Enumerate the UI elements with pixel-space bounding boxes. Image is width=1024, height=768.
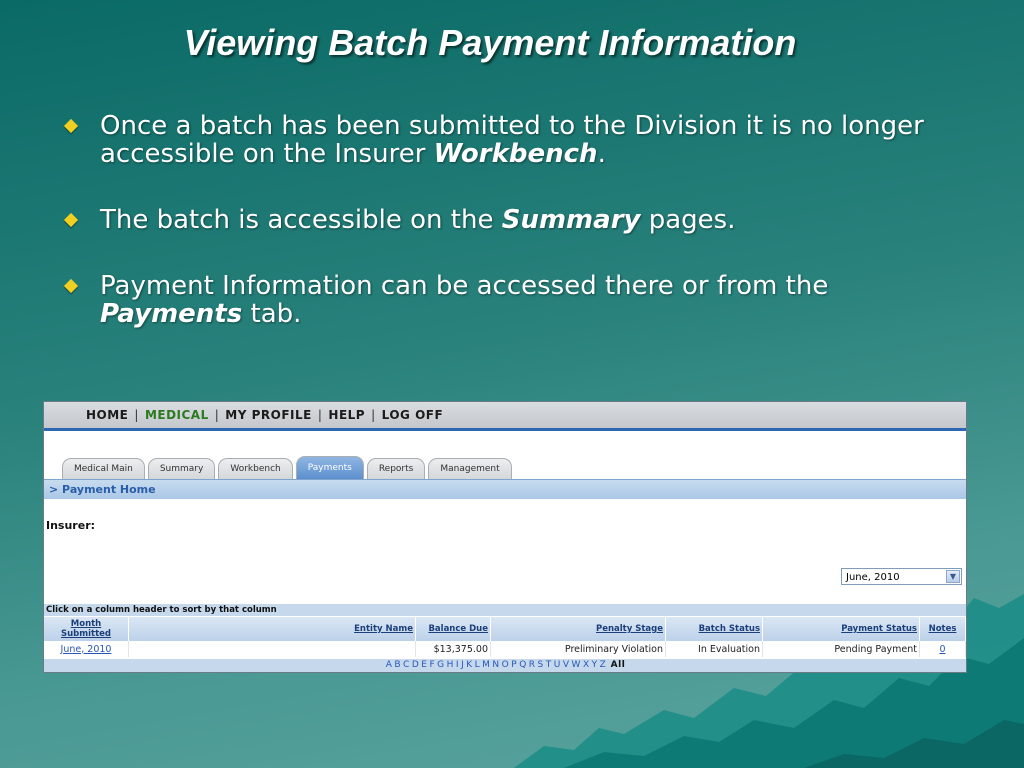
diamond-bullet-icon [63, 212, 79, 228]
alpha-filter-letter[interactable]: I [456, 660, 459, 670]
slide-title: Viewing Batch Payment Information [183, 22, 797, 63]
alpha-filter-letter[interactable]: P [511, 660, 517, 670]
cell-entity-name [128, 641, 416, 657]
alpha-filter-letter[interactable]: N [492, 660, 499, 670]
alpha-filter-letter[interactable]: O [502, 660, 510, 670]
alpha-filter-letter[interactable]: S [538, 660, 544, 670]
alpha-filter-letter[interactable]: V [563, 660, 570, 670]
column-header-entity-name[interactable]: Entity Name [128, 617, 416, 641]
bullet-text: Payment Information can be accessed ther… [100, 271, 829, 301]
header-text: Submitted [60, 629, 111, 639]
column-header-month-submitted[interactable]: Month Submitted [44, 617, 129, 641]
payments-table: Month Submitted Entity Name Balance Due P… [44, 617, 966, 657]
alpha-filter-letter[interactable]: T [546, 660, 552, 670]
alpha-filter-letter[interactable]: E [421, 660, 427, 670]
diamond-bullet-icon [63, 278, 79, 294]
sort-hint: Click on a column header to sort by that… [44, 604, 966, 616]
cell-penalty-stage: Preliminary Violation [490, 641, 666, 657]
nav-my-profile[interactable]: MY PROFILE [225, 408, 312, 422]
cell-month-submitted: June, 2010 [44, 641, 129, 657]
top-navigation: HOME | MEDICAL | MY PROFILE | HELP | LOG… [44, 402, 966, 431]
cell-batch-status: In Evaluation [665, 641, 763, 657]
nav-separator: | [371, 408, 376, 422]
nav-separator: | [134, 408, 139, 422]
breadcrumb: > Payment Home [44, 479, 966, 499]
app-screenshot: HOME | MEDICAL | MY PROFILE | HELP | LOG… [43, 401, 967, 673]
alpha-filter-letter[interactable]: C [403, 660, 410, 670]
cell-balance-due: $13,375.00 [415, 641, 491, 657]
cell-notes: 0 [919, 641, 966, 657]
table-row: June, 2010 $13,375.00 Preliminary Violat… [44, 641, 966, 657]
header-text: Month [70, 619, 102, 629]
alpha-filter-letter[interactable]: K [466, 660, 472, 670]
bullet-text: pages. [640, 205, 736, 235]
column-header-penalty-stage[interactable]: Penalty Stage [490, 617, 666, 641]
tab-payments[interactable]: Payments [295, 456, 364, 479]
bullet-text: The batch is accessible on the [100, 205, 502, 235]
month-submitted-link[interactable]: June, 2010 [61, 644, 112, 655]
column-header-balance-due[interactable]: Balance Due [415, 617, 491, 641]
notes-link[interactable]: 0 [939, 644, 945, 655]
alpha-filter-letter[interactable]: F [429, 660, 435, 670]
alpha-filter-letter[interactable]: J [461, 660, 464, 670]
bullet-list: Once a batch has been submitted to the D… [62, 112, 942, 366]
alpha-filter-letter[interactable]: L [475, 660, 481, 670]
bullet-emphasis: Payments [100, 299, 243, 329]
insurer-label: Insurer: [46, 519, 96, 532]
alpha-filter-letter[interactable]: G [437, 660, 444, 670]
alpha-filter-letter[interactable]: D [412, 660, 419, 670]
alpha-filter-letter[interactable]: W [572, 660, 581, 670]
tab-medical-main[interactable]: Medical Main [62, 458, 145, 479]
alpha-filter-letter[interactable]: Z [600, 660, 607, 670]
nav-medical[interactable]: MEDICAL [145, 408, 209, 422]
alpha-filter-letter[interactable]: A [386, 660, 393, 670]
column-header-notes[interactable]: Notes [919, 617, 966, 641]
alphabet-letters: ABCDEFGHIJKLMNOPQRSTUVWXYZ [385, 660, 608, 670]
tab-management[interactable]: Management [428, 458, 512, 479]
tab-summary[interactable]: Summary [147, 458, 216, 479]
bullet-text: tab. [242, 299, 302, 329]
bullet-emphasis: Summary [501, 205, 641, 235]
chevron-down-icon[interactable]: ▼ [946, 570, 960, 583]
bullet-item: Once a batch has been submitted to the D… [62, 112, 942, 168]
tab-workbench[interactable]: Workbench [218, 458, 293, 479]
alpha-filter-all[interactable]: All [611, 660, 626, 670]
alpha-filter-letter[interactable]: X [583, 660, 590, 670]
bullet-item: Payment Information can be accessed ther… [62, 272, 942, 328]
tab-reports[interactable]: Reports [366, 458, 426, 479]
month-select[interactable]: June, 2010 ▼ [841, 568, 962, 585]
nav-home[interactable]: HOME [86, 408, 128, 422]
bullet-text: . [597, 139, 606, 169]
bullet-item: The batch is accessible on the Summary p… [62, 206, 942, 234]
alpha-filter-letter[interactable]: R [529, 660, 536, 670]
tab-bar: Medical Main Summary Workbench Payments … [62, 456, 512, 479]
column-header-batch-status[interactable]: Batch Status [665, 617, 763, 641]
month-select-value: June, 2010 [846, 572, 900, 583]
bullet-emphasis: Workbench [433, 139, 598, 169]
cell-payment-status: Pending Payment [762, 641, 920, 657]
alphabet-filter: ABCDEFGHIJKLMNOPQRSTUVWXYZ All [44, 659, 966, 672]
table-header-row: Month Submitted Entity Name Balance Due P… [44, 617, 966, 641]
nav-separator: | [317, 408, 323, 422]
diamond-bullet-icon [63, 118, 79, 134]
nav-help[interactable]: HELP [328, 408, 365, 422]
alpha-filter-letter[interactable]: Y [592, 660, 598, 670]
column-header-payment-status[interactable]: Payment Status [762, 617, 920, 641]
alpha-filter-letter[interactable]: H [447, 660, 454, 670]
alpha-filter-letter[interactable]: Q [519, 660, 527, 670]
alpha-filter-letter[interactable]: U [554, 660, 561, 670]
alpha-filter-letter[interactable]: B [394, 660, 401, 670]
nav-separator: | [214, 408, 220, 422]
nav-log-off[interactable]: LOG OFF [382, 408, 444, 422]
alpha-filter-letter[interactable]: M [482, 660, 490, 670]
